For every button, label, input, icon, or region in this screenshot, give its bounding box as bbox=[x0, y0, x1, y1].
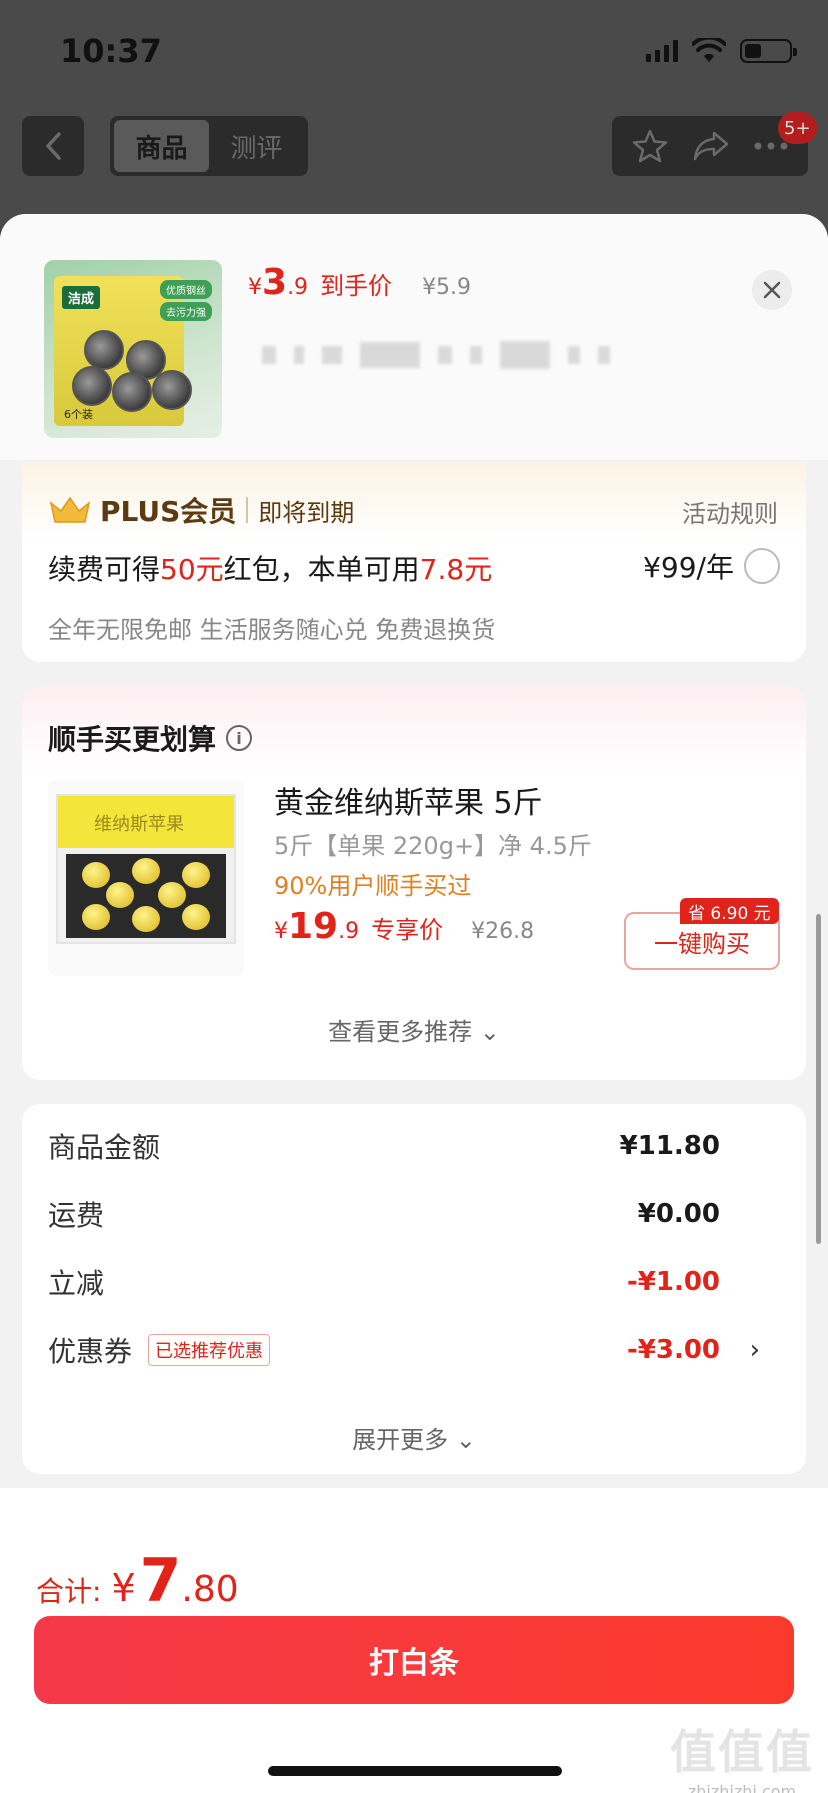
recommend-price-symbol: ¥ bbox=[274, 919, 288, 944]
plus-offer-middle: 红包，本单可用 bbox=[223, 553, 420, 586]
recommend-bought-stat: 90%用户顺手买过 bbox=[274, 872, 472, 900]
status-icons bbox=[646, 38, 797, 64]
total-decimal: .80 bbox=[181, 1569, 239, 1610]
chevron-right-icon[interactable]: › bbox=[750, 1335, 760, 1365]
nav-tabs: 商品 测评 bbox=[110, 116, 308, 176]
summary-row-coupon[interactable]: 优惠券 已选推荐优惠 -¥3.00 › bbox=[48, 1330, 788, 1370]
price-label: 到手价 bbox=[320, 272, 393, 300]
plus-offer-usable: 7.8元 bbox=[419, 553, 493, 586]
save-badge: 省 6.90 元 bbox=[680, 898, 779, 924]
summary-label: 立减 bbox=[48, 1267, 105, 1300]
star-icon[interactable] bbox=[632, 129, 668, 163]
summary-row-shipping: 运费 ¥0.00 bbox=[48, 1194, 788, 1234]
price-integer: 3 bbox=[262, 262, 288, 303]
tab-product[interactable]: 商品 bbox=[114, 120, 209, 172]
tab-review[interactable]: 测评 bbox=[209, 120, 304, 172]
more-icon[interactable] bbox=[754, 141, 788, 151]
summary-value: -¥3.00 bbox=[626, 1335, 720, 1365]
recommend-original-price: ¥26.8 bbox=[471, 919, 535, 944]
product-price: ¥ 3 .9 到手价 ¥5.9 bbox=[248, 262, 471, 303]
scrollbar[interactable] bbox=[816, 914, 821, 1244]
total-price: 合计: ¥ 7 .80 bbox=[36, 1546, 239, 1616]
product-header: 洁成 优质钢丝 去污力强 6个装 ¥ 3 .9 到手价 ¥5.9 bbox=[0, 214, 828, 460]
recommendation-title: 顺手买更划算 i bbox=[48, 718, 253, 758]
recommend-price-decimal: .9 bbox=[338, 919, 360, 944]
plus-benefits: 全年无限免邮 生活服务随心兑 免费退换货 bbox=[48, 616, 496, 644]
close-button[interactable] bbox=[752, 270, 792, 310]
share-icon[interactable] bbox=[692, 130, 730, 162]
recommend-price-integer: 19 bbox=[288, 906, 339, 947]
summary-label: 运费 bbox=[48, 1199, 105, 1232]
summary-value: -¥1.00 bbox=[626, 1267, 720, 1297]
product-tag-1: 优质钢丝 bbox=[160, 280, 212, 299]
summary-row-discount: 立减 -¥1.00 bbox=[48, 1262, 788, 1302]
wifi-icon bbox=[692, 38, 726, 62]
recommendation-card: 顺手买更划算 i 维纳斯苹果 黄金维纳斯苹果 5斤 5斤【单果 220g+】净 … bbox=[22, 686, 806, 1080]
status-time: 10:37 bbox=[60, 32, 162, 70]
watermark-url: zhizhizhi.com bbox=[687, 1782, 797, 1793]
recommend-price: ¥ 19 .9 专享价 ¥26.8 bbox=[274, 906, 534, 947]
plus-price: ¥99/年 bbox=[643, 551, 734, 584]
price-summary-card: 商品金额 ¥11.80 运费 ¥0.00 立减 -¥1.00 优惠券 已选推荐优… bbox=[22, 1104, 806, 1474]
checkout-footer: 合计: ¥ 7 .80 打白条 值值值 zhizhizhi.com bbox=[0, 1488, 828, 1793]
plus-offer-bonus: 50元 bbox=[160, 553, 224, 586]
total-integer: 7 bbox=[139, 1546, 182, 1616]
total-symbol: ¥ bbox=[111, 1566, 136, 1610]
info-icon[interactable]: i bbox=[226, 725, 253, 751]
summary-value: ¥11.80 bbox=[619, 1131, 720, 1161]
recommend-product-spec: 5斤【单果 220g+】净 4.5斤 bbox=[274, 832, 592, 860]
crown-icon bbox=[49, 496, 91, 523]
chevron-left-icon bbox=[45, 132, 61, 160]
recommend-product-image[interactable]: 维纳斯苹果 bbox=[48, 780, 244, 976]
more-recommendations-link[interactable]: 查看更多推荐 ⌄ bbox=[22, 1012, 806, 1047]
plus-status: 即将到期 bbox=[258, 498, 355, 527]
close-icon bbox=[763, 281, 781, 299]
price-symbol: ¥ bbox=[248, 275, 262, 300]
summary-row-goods: 商品金额 ¥11.80 bbox=[48, 1126, 788, 1166]
box-brand-text: 维纳斯苹果 bbox=[94, 814, 184, 835]
summary-label: 商品金额 bbox=[48, 1131, 161, 1164]
battery-icon bbox=[740, 39, 797, 63]
plus-name: PLUS会员 bbox=[100, 495, 237, 528]
product-count-label: 6个装 bbox=[64, 408, 93, 421]
cellular-signal-icon bbox=[646, 40, 678, 62]
message-badge: 5+ bbox=[778, 112, 817, 144]
recommend-product-name[interactable]: 黄金维纳斯苹果 5斤 bbox=[274, 778, 543, 822]
back-button[interactable] bbox=[22, 116, 84, 176]
expand-more-link[interactable]: 展开更多 ⌄ bbox=[22, 1420, 806, 1455]
product-thumbnail: 洁成 优质钢丝 去污力强 6个装 bbox=[44, 260, 222, 438]
summary-label: 优惠券 bbox=[48, 1335, 133, 1368]
plus-renew-option[interactable]: ¥99/年 bbox=[643, 546, 780, 586]
plus-membership-card: PLUS会员 即将到期 活动规则 续费可得 50元 红包，本单可用 7.8元 ¥… bbox=[22, 462, 806, 662]
recommendation-title-text: 顺手买更划算 bbox=[48, 723, 217, 756]
plus-title: PLUS会员 即将到期 bbox=[48, 490, 354, 530]
watermark-logo: 值值值 bbox=[670, 1725, 814, 1779]
plus-offer: 续费可得 50元 红包，本单可用 7.8元 bbox=[48, 548, 492, 588]
product-tag-2: 去污力强 bbox=[160, 302, 212, 321]
coupon-tag: 已选推荐优惠 bbox=[148, 1334, 271, 1366]
activity-rules-link[interactable]: 活动规则 bbox=[682, 494, 778, 529]
home-indicator[interactable] bbox=[268, 1766, 562, 1776]
product-title-redacted bbox=[262, 338, 712, 372]
pay-button[interactable]: 打白条 bbox=[34, 1616, 794, 1704]
plus-offer-prefix: 续费可得 bbox=[48, 553, 161, 586]
summary-value: ¥0.00 bbox=[637, 1199, 720, 1229]
status-bar: 10:37 bbox=[0, 0, 828, 100]
plus-renew-radio[interactable] bbox=[744, 548, 780, 584]
watermark: 值值值 zhizhizhi.com bbox=[670, 1716, 814, 1793]
product-brand-label: 洁成 bbox=[62, 286, 101, 309]
original-price: ¥5.9 bbox=[422, 275, 472, 300]
recommend-price-label: 专享价 bbox=[371, 916, 444, 944]
plus-divider bbox=[246, 497, 249, 523]
background-page: 10:37 商品 测评 5+ bbox=[0, 0, 828, 230]
price-decimal: .9 bbox=[287, 275, 309, 300]
total-label: 合计: bbox=[36, 1575, 102, 1608]
